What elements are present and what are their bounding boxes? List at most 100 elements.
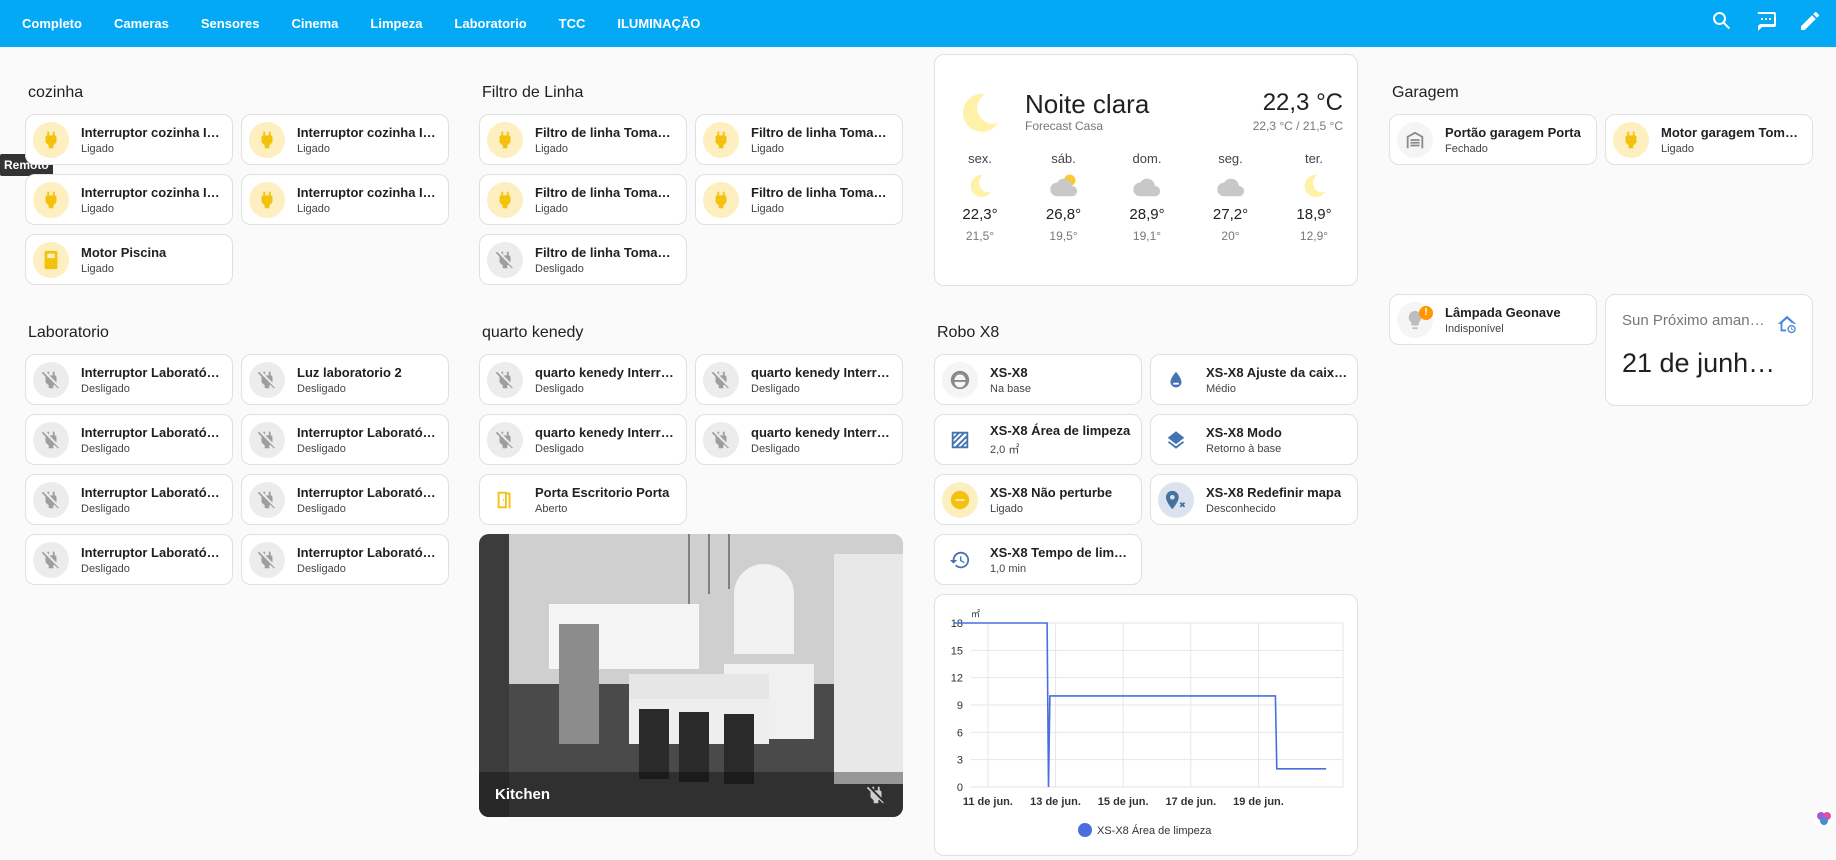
x-tick-label: 17 de jun. [1165, 796, 1216, 808]
tile-lab-3[interactable]: Interruptor Laboratório Interruptor 3Des… [25, 414, 233, 465]
kitchen-camera-card[interactable]: Kitchen [479, 534, 903, 817]
tab-cameras[interactable]: Cameras [98, 0, 185, 47]
section-title-filtro: Filtro de Linha [482, 84, 584, 101]
area-icon [942, 422, 978, 458]
tile-motor-piscina[interactable]: Motor Piscina Ligado [25, 234, 233, 285]
cloud-sun-icon [1049, 174, 1077, 197]
plug-off-icon [249, 541, 285, 578]
plug-icon [249, 181, 285, 218]
y-tick-label: 12 [951, 673, 963, 685]
sun-value: 21 de junho de 2024 [1622, 348, 1790, 378]
tile-xs-x8-caixa-agua[interactable]: XS-X8 Ajuste da caixa de águaMédio [1150, 354, 1358, 405]
y-tick-label: 6 [957, 727, 963, 739]
tile-tomada-3[interactable]: Filtro de linha Tomada 3 Ligado [479, 174, 687, 225]
forecast-day: sáb. 26,8° 19,5° [1045, 151, 1082, 243]
tile-quarto-4[interactable]: quarto kenedy Interruptor 4Desligado [695, 414, 903, 465]
warning-badge-icon: ! [1419, 305, 1433, 320]
plug-off-icon [487, 241, 523, 278]
tab-completo[interactable]: Completo [0, 0, 98, 47]
plug-icon [703, 121, 739, 158]
sun-next-rising-card[interactable]: Sun Próximo amanhecer 21 de junho de 202… [1605, 294, 1813, 406]
forecast-day: dom. 28,9° 19,1° [1129, 151, 1165, 243]
weather-condition: Noite clara [1025, 89, 1150, 119]
minus-circle-icon [942, 481, 978, 518]
y-tick-label: 18 [951, 618, 963, 630]
forecast-day: seg. 27,2° 20° [1212, 151, 1249, 243]
tile-lab-5[interactable]: Interruptor Laboratório Interruptor 5Des… [25, 474, 233, 525]
tile-cozinha-3[interactable]: Interruptor cozinha Interruptor 3Ligado [25, 174, 233, 225]
tile-xs-x8-area[interactable]: XS-X8 Área de limpeza 2,0 ㎡ [934, 414, 1142, 465]
plug-icon [703, 181, 739, 218]
tile-quarto-2[interactable]: quarto kenedy Interruptor 2Desligado [695, 354, 903, 405]
tile-lab-2[interactable]: Luz laboratorio 2 Desligado [241, 354, 449, 405]
tile-tomada-4[interactable]: Filtro de linha Tomada 4 Ligado [695, 174, 903, 225]
tile-xs-x8-tempo[interactable]: XS-X8 Tempo de limpeza 1,0 min [934, 534, 1142, 585]
section-title-garagem: Garagem [1392, 84, 1459, 101]
tile-quarto-1[interactable]: quarto kenedy Interruptor 1Desligado [479, 354, 687, 405]
tile-portao-garagem[interactable]: Portão garagem Porta Fechado [1389, 114, 1597, 165]
section-title-quarto: quarto kenedy [482, 324, 584, 341]
plug-off-icon [249, 481, 285, 518]
tile-lab-8[interactable]: Interruptor Laboratório Interruptor 8Des… [241, 534, 449, 585]
plug-off-icon [487, 421, 523, 458]
legend-label: XS-X8 Área de limpeza [1097, 824, 1212, 837]
legend-swatch [1078, 823, 1092, 837]
plug-off-icon [703, 361, 739, 398]
tile-motor-garagem[interactable]: Motor garagem Tomada 1 Ligado [1605, 114, 1813, 165]
plug-off-icon [33, 421, 69, 458]
tile-lab-1[interactable]: Interruptor Laboratório Interruptor 1Des… [25, 354, 233, 405]
tile-lampada-geonave[interactable]: ! Lâmpada Geonave Indisponível [1389, 294, 1597, 345]
search-icon[interactable] [1710, 9, 1734, 38]
plug-off-icon[interactable] [865, 784, 887, 806]
forecast-day: ter. 18,9° 12,9° [1296, 151, 1332, 243]
plug-icon [487, 181, 523, 218]
tile-lab-7[interactable]: Interruptor Laboratório Interruptor 7Des… [25, 534, 233, 585]
chat-icon[interactable] [1754, 9, 1778, 38]
tile-cozinha-4[interactable]: Interruptor cozinha Interruptor 4Ligado [241, 174, 449, 225]
tile-cozinha-2[interactable]: Interruptor cozinha Interruptor 2Ligado [241, 114, 449, 165]
plug-off-icon [703, 421, 739, 458]
garage-icon [1397, 121, 1433, 158]
pool-pump-icon [33, 241, 69, 278]
layers-icon [1158, 422, 1194, 458]
tile-xs-x8-nao-perturbe[interactable]: XS-X8 Não perturbe Ligado [934, 474, 1142, 525]
history-graph-card[interactable]: 0 3 6 9 12 15 18 ㎡ 11 de jun. 13 de jun. 15 de jun… [934, 594, 1358, 856]
section-title-cozinha: cozinha [28, 84, 84, 101]
view-tabs: Completo Cameras Sensores Cinema Limpeza… [0, 0, 716, 47]
tile-lab-6[interactable]: Interruptor Laboratório Interruptor 6Des… [241, 474, 449, 525]
assistant-logo-icon[interactable] [1812, 806, 1836, 830]
robot-vacuum-icon [942, 361, 978, 398]
weather-forecast: sex. 22,3° 21,5° sáb. 26,8° 19,5° dom. 28,9° 1… [955, 151, 1339, 243]
weather-card[interactable]: Noite clara Forecast Casa 22,3 °C 22,3 °… [934, 54, 1358, 286]
tab-iluminacao[interactable]: ILUMINAÇÃO [601, 0, 716, 47]
plug-off-icon [33, 541, 69, 578]
tile-quarto-3[interactable]: quarto kenedy Interruptor 3Desligado [479, 414, 687, 465]
weather-temperature: 22,3 °C [1262, 89, 1343, 116]
tile-tomada-5[interactable]: Filtro de linha Tomada 5 Desligado [479, 234, 687, 285]
tile-porta-escritorio[interactable]: Porta Escritorio Porta Aberto [479, 474, 687, 525]
water-icon [1158, 362, 1194, 398]
cloud-icon [1133, 178, 1161, 197]
pencil-icon[interactable] [1798, 9, 1822, 38]
cloud-icon [1216, 178, 1244, 197]
tile-tomada-1[interactable]: Filtro de linha Tomada 1 Ligado [479, 114, 687, 165]
tab-limpeza[interactable]: Limpeza [354, 0, 438, 47]
tile-cozinha-1[interactable]: Interruptor cozinha Interruptor 1Ligado [25, 114, 233, 165]
y-tick-label: 9 [957, 700, 963, 712]
moon-icon [962, 93, 998, 132]
tile-tomada-2[interactable]: Filtro de linha Tomada 2 Ligado [695, 114, 903, 165]
plug-off-icon [249, 421, 285, 458]
tile-xs-x8[interactable]: XS-X8 Na base [934, 354, 1142, 405]
tile-lab-4[interactable]: Interruptor Laboratório Interruptor 4Des… [241, 414, 449, 465]
tab-laboratorio[interactable]: Laboratorio [438, 0, 542, 47]
weather-range: 22,3 °C / 21,5 °C [1252, 119, 1343, 133]
tile-xs-x8-modo[interactable]: XS-X8 Modo Retorno à base [1150, 414, 1358, 465]
moon-icon [1304, 174, 1326, 197]
history-icon [942, 542, 978, 578]
tile-xs-x8-redefinir-mapa[interactable]: XS-X8 Redefinir mapa Desconhecido [1150, 474, 1358, 525]
tab-sensores[interactable]: Sensores [185, 0, 276, 47]
tab-cinema[interactable]: Cinema [275, 0, 354, 47]
section-title-robo: Robo X8 [937, 324, 1000, 341]
tab-tcc[interactable]: TCC [543, 0, 602, 47]
map-marker-icon [1158, 481, 1194, 518]
